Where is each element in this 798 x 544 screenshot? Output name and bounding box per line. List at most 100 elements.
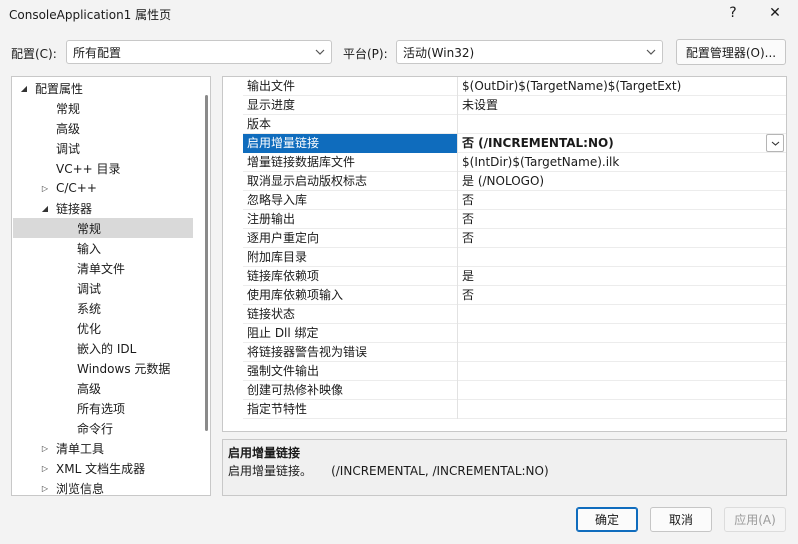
description-text: 启用增量链接。 (/INCREMENTAL, /INCREMENTAL:NO) <box>228 464 549 478</box>
property-value[interactable]: 否 <box>458 191 786 210</box>
property-grid[interactable]: 输出文件 $(OutDir)$(TargetName)$(TargetExt) 显示… <box>222 76 787 432</box>
expanded-arrow-icon[interactable]: ◢ <box>19 84 29 93</box>
property-value[interactable] <box>458 115 786 134</box>
property-row[interactable]: 增量链接数据库文件 $(IntDir)$(TargetName).ilk <box>223 153 786 172</box>
property-row[interactable]: 使用库依赖项输入否 <box>223 286 786 305</box>
row-gutter <box>223 191 243 210</box>
property-row[interactable]: 显示进度 未设置 <box>223 96 786 115</box>
tree-item-label: 输入 <box>77 241 102 256</box>
property-row[interactable]: 注册输出否 <box>223 210 786 229</box>
property-row[interactable]: 启用增量链接否 (/INCREMENTAL:NO) <box>223 134 786 153</box>
property-value[interactable] <box>458 248 786 267</box>
tree-item-label: 高级 <box>56 121 81 136</box>
tree-item[interactable]: 输入 <box>13 238 193 258</box>
tree-item[interactable]: VC++ 目录 <box>13 158 193 178</box>
tree-item[interactable]: ▷ 浏览信息 <box>13 478 193 496</box>
tree-item[interactable]: 调试 <box>13 278 193 298</box>
tree-item-label: 调试 <box>56 141 81 156</box>
property-name: 逐用户重定向 <box>243 229 458 248</box>
property-value[interactable] <box>458 400 786 419</box>
property-row[interactable]: 创建可热修补映像 <box>223 381 786 400</box>
property-value[interactable]: 否 <box>458 229 786 248</box>
property-row[interactable]: 输出文件 $(OutDir)$(TargetName)$(TargetExt) <box>223 77 786 96</box>
tree-item-label: 所有选项 <box>77 401 126 416</box>
property-value[interactable] <box>458 381 786 400</box>
collapsed-arrow-icon[interactable]: ▷ <box>40 484 50 493</box>
tree-item[interactable]: ◢ 链接器 <box>13 198 193 218</box>
value-dropdown-button[interactable] <box>766 134 784 152</box>
platform-combo[interactable]: 活动(Win32) <box>396 40 663 64</box>
property-row[interactable]: 指定节特性 <box>223 400 786 419</box>
property-row[interactable]: 逐用户重定向否 <box>223 229 786 248</box>
apply-button[interactable]: 应用(A) <box>724 507 786 532</box>
tree-item[interactable]: ◢ 配置属性 <box>13 78 193 98</box>
tree-item[interactable]: 优化 <box>13 318 193 338</box>
tree-item-label: 链接器 <box>56 201 93 216</box>
property-value[interactable]: 未设置 <box>458 96 786 115</box>
property-value[interactable] <box>458 305 786 324</box>
tree-item[interactable]: 清单文件 <box>13 258 193 278</box>
tree-item[interactable]: ▷ 清单工具 <box>13 438 193 458</box>
property-name: 忽略导入库 <box>243 191 458 210</box>
tree-scrollbar[interactable] <box>205 95 208 431</box>
description-panel: 启用增量链接 启用增量链接。 (/INCREMENTAL, /INCREMENT… <box>222 439 787 496</box>
platform-label: 平台(P): <box>343 47 388 61</box>
tree-item[interactable]: 高级 <box>13 378 193 398</box>
property-value[interactable]: $(OutDir)$(TargetName)$(TargetExt) <box>458 77 786 96</box>
property-name: 取消显示启动版权标志 <box>243 172 458 191</box>
tree-item[interactable]: 命令行 <box>13 418 193 438</box>
collapsed-arrow-icon[interactable]: ▷ <box>40 444 50 453</box>
row-gutter <box>223 305 243 324</box>
tree-item[interactable]: Windows 元数据 <box>13 358 193 378</box>
property-row[interactable]: 附加库目录 <box>223 248 786 267</box>
property-value[interactable]: $(IntDir)$(TargetName).ilk <box>458 153 786 172</box>
property-row[interactable]: 链接库依赖项是 <box>223 267 786 286</box>
property-row[interactable]: 阻止 Dll 绑定 <box>223 324 786 343</box>
property-tree[interactable]: ◢ 配置属性 常规 高级 调试 VC++ 目录 ▷ C/C++ ◢ 链接器 常规 输入 清单文件 调试 系统… <box>11 76 211 496</box>
property-value[interactable]: 是 <box>458 267 786 286</box>
close-button[interactable]: ✕ <box>761 2 789 24</box>
property-row[interactable]: 取消显示启动版权标志是 (/NOLOGO) <box>223 172 786 191</box>
property-name: 强制文件输出 <box>243 362 458 381</box>
collapsed-arrow-icon[interactable]: ▷ <box>40 464 50 473</box>
platform-value: 活动(Win32) <box>403 45 475 60</box>
property-row[interactable]: 链接状态 <box>223 305 786 324</box>
property-row[interactable]: 将链接器警告视为错误 <box>223 343 786 362</box>
config-manager-button[interactable]: 配置管理器(O)... <box>676 39 786 65</box>
expanded-arrow-icon[interactable]: ◢ <box>40 204 50 213</box>
config-combo[interactable]: 所有配置 <box>66 40 332 64</box>
help-button[interactable]: ? <box>719 2 747 24</box>
tree-item[interactable]: 嵌入的 IDL <box>13 338 193 358</box>
property-value[interactable]: 否 (/INCREMENTAL:NO) <box>458 134 786 153</box>
row-gutter <box>223 324 243 343</box>
tree-item-label: 配置属性 <box>35 81 84 96</box>
property-name: 增量链接数据库文件 <box>243 153 458 172</box>
property-value[interactable] <box>458 362 786 381</box>
row-gutter <box>223 77 243 96</box>
row-gutter <box>223 153 243 172</box>
property-value[interactable] <box>458 324 786 343</box>
property-value[interactable]: 否 <box>458 286 786 305</box>
tree-item[interactable]: 调试 <box>13 138 193 158</box>
tree-item-label: 常规 <box>56 101 81 116</box>
property-value[interactable]: 否 <box>458 210 786 229</box>
property-name: 附加库目录 <box>243 248 458 267</box>
tree-item[interactable]: 系统 <box>13 298 193 318</box>
collapsed-arrow-icon[interactable]: ▷ <box>40 184 50 193</box>
tree-item[interactable]: 高级 <box>13 118 193 138</box>
tree-item[interactable]: ▷ C/C++ <box>13 178 193 198</box>
tree-item[interactable]: 常规 <box>13 218 193 238</box>
cancel-button[interactable]: 取消 <box>650 507 712 532</box>
property-value[interactable] <box>458 343 786 362</box>
tree-item[interactable]: ▷ XML 文档生成器 <box>13 458 193 478</box>
property-row[interactable]: 版本 <box>223 115 786 134</box>
tree-item-label: 清单文件 <box>77 261 126 276</box>
ok-button[interactable]: 确定 <box>576 507 638 532</box>
property-row[interactable]: 忽略导入库否 <box>223 191 786 210</box>
property-value[interactable]: 是 (/NOLOGO) <box>458 172 786 191</box>
property-name: 指定节特性 <box>243 400 458 419</box>
tree-item[interactable]: 常规 <box>13 98 193 118</box>
row-gutter <box>223 400 243 419</box>
tree-item[interactable]: 所有选项 <box>13 398 193 418</box>
property-row[interactable]: 强制文件输出 <box>223 362 786 381</box>
